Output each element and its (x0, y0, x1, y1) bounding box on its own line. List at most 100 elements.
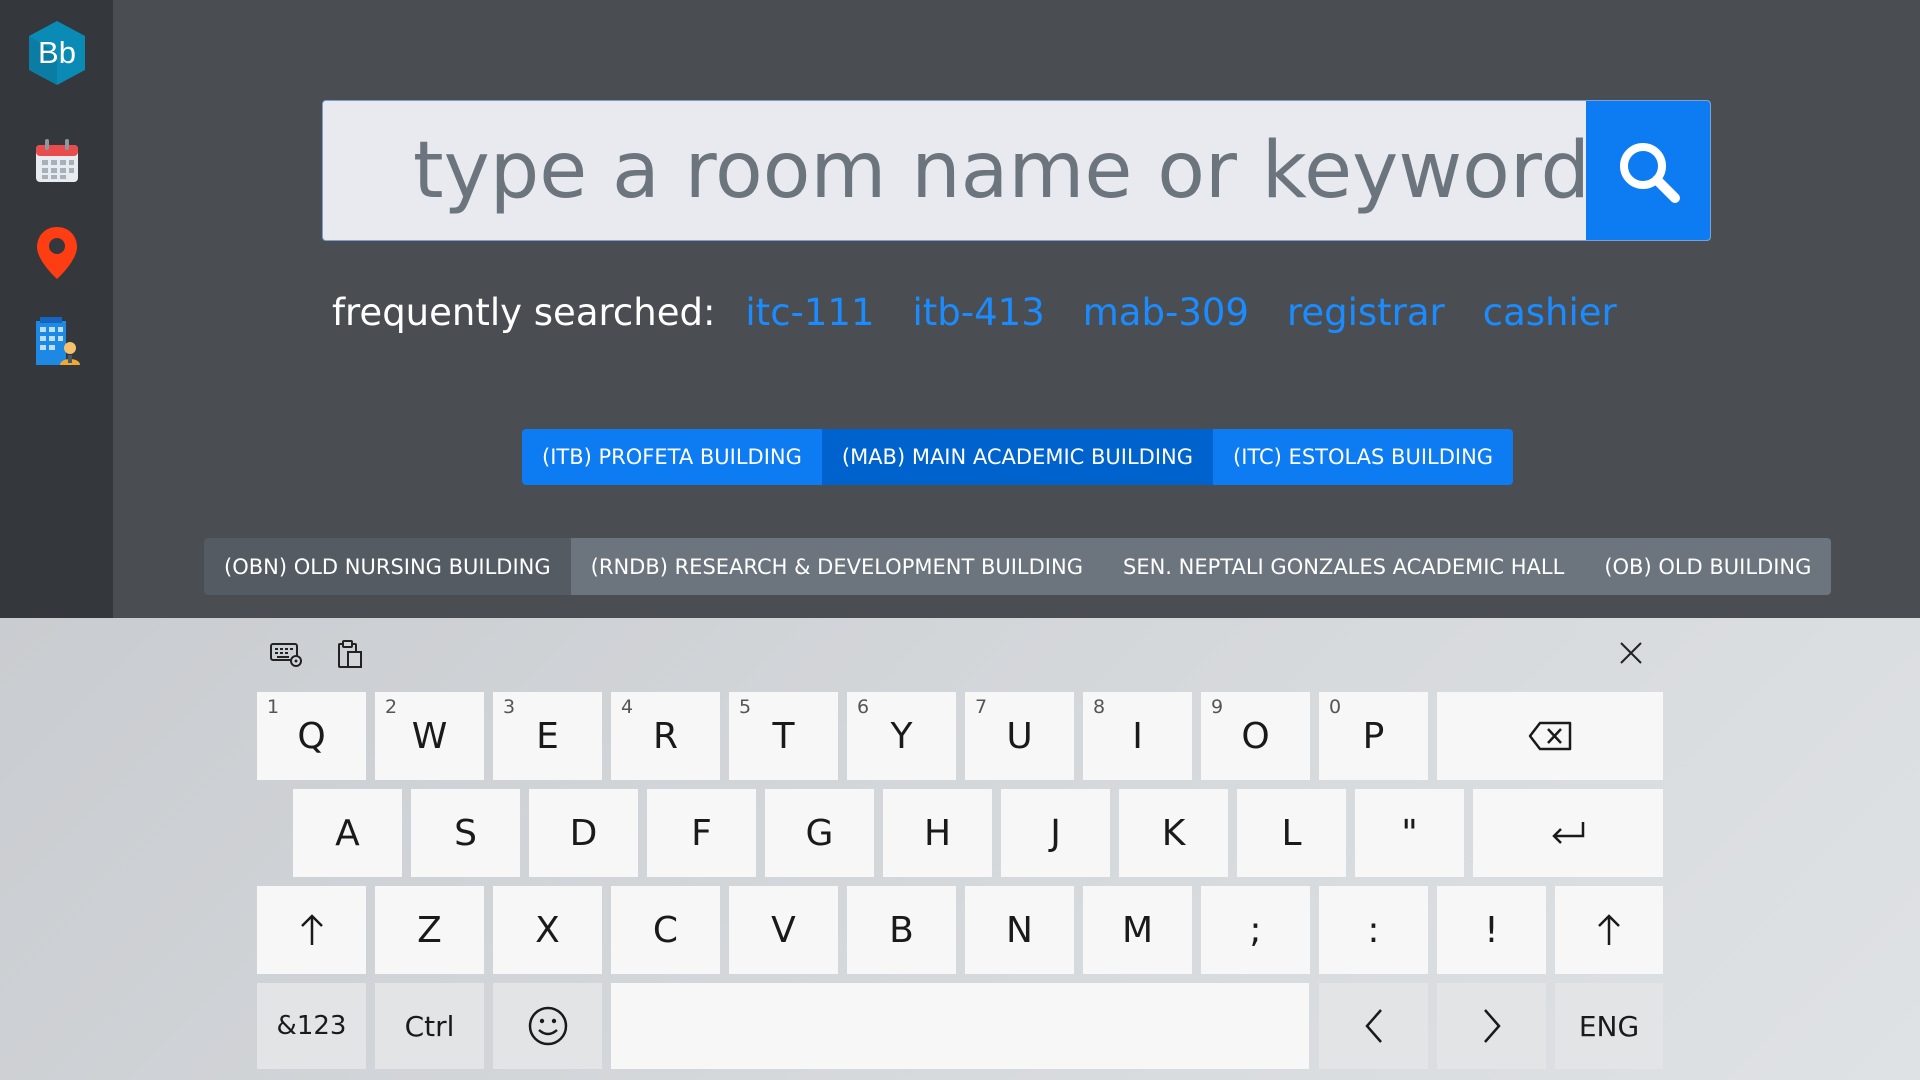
key-enter[interactable] (1473, 789, 1663, 877)
key-f[interactable]: F (647, 789, 756, 877)
key-colon[interactable]: : (1319, 886, 1428, 974)
chevron-left-icon (1364, 1009, 1382, 1043)
key-number-hint: 4 (621, 696, 634, 718)
freq-link-itb-413[interactable]: itb-413 (913, 291, 1045, 334)
key-left-arrow[interactable] (1319, 983, 1428, 1069)
key-z[interactable]: Z (375, 886, 484, 974)
key-emoji[interactable] (493, 983, 602, 1069)
key-language[interactable]: ENG (1555, 983, 1663, 1069)
search-bar (322, 100, 1711, 241)
enter-icon (1552, 822, 1585, 844)
map-pin-icon (37, 227, 77, 279)
key-b[interactable]: B (847, 886, 956, 974)
keyboard-close-button[interactable] (1612, 634, 1650, 672)
key-y[interactable]: 6Y (847, 692, 956, 780)
chevron-right-icon (1483, 1009, 1501, 1043)
key-t[interactable]: 5T (729, 692, 838, 780)
shift-icon (300, 914, 323, 945)
key-quote[interactable]: " (1355, 789, 1464, 877)
key-ctrl[interactable]: Ctrl (375, 983, 484, 1069)
key-i[interactable]: 8I (1083, 692, 1192, 780)
key-g[interactable]: G (765, 789, 874, 877)
freq-link-mab-309[interactable]: mab-309 (1083, 291, 1249, 334)
key-h[interactable]: H (883, 789, 992, 877)
key-backspace[interactable] (1437, 692, 1663, 780)
key-number-hint: 8 (1093, 696, 1106, 718)
backspace-icon (1528, 721, 1572, 751)
search-icon (1620, 142, 1680, 203)
key-label: U (1006, 715, 1033, 757)
key-c[interactable]: C (611, 886, 720, 974)
key-number-hint: 3 (503, 696, 516, 718)
building-button-sen-neptali[interactable]: SEN. NEPTALI GONZALES ACADEMIC HALL (1102, 538, 1585, 595)
building-group-secondary: (OBN) OLD NURSING BUILDING (RNDB) RESEAR… (204, 538, 1832, 595)
key-m[interactable]: M (1083, 886, 1192, 974)
key-shift-left[interactable] (257, 886, 366, 974)
calendar-icon (36, 139, 78, 182)
building-button-itb[interactable]: (ITB) PROFETA BUILDING (522, 429, 822, 485)
building-button-obn[interactable]: (OBN) OLD NURSING BUILDING (204, 538, 571, 595)
sidebar-item-map[interactable] (22, 218, 92, 288)
building-button-mab[interactable]: (MAB) MAIN ACADEMIC BUILDING (821, 429, 1214, 485)
key-label: Q (297, 715, 326, 757)
key-p[interactable]: 0P (1319, 692, 1428, 780)
key-number-hint: 6 (857, 696, 870, 718)
freq-link-itc-111[interactable]: itc-111 (745, 291, 874, 334)
key-number-hint: 0 (1329, 696, 1342, 718)
key-label: O (1241, 715, 1270, 757)
sidebar-item-buildings[interactable] (22, 306, 92, 376)
building-group-primary: (ITB) PROFETA BUILDING (MAB) MAIN ACADEM… (522, 429, 1514, 485)
key-number-hint: 5 (739, 696, 752, 718)
logo-text: Bb (38, 35, 76, 70)
key-s[interactable]: S (411, 789, 520, 877)
key-u[interactable]: 7U (965, 692, 1074, 780)
keyboard-settings-button[interactable] (268, 636, 304, 672)
key-symbols[interactable]: &123 (257, 983, 366, 1069)
key-x[interactable]: X (493, 886, 602, 974)
logo-icon: Bb (29, 21, 85, 85)
building-button-itc[interactable]: (ITC) ESTOLAS BUILDING (1213, 429, 1514, 485)
clipboard-button[interactable] (332, 636, 368, 672)
key-n[interactable]: N (965, 886, 1074, 974)
freq-link-cashier[interactable]: cashier (1483, 291, 1617, 334)
key-label: Y (890, 715, 913, 757)
key-o[interactable]: 9O (1201, 692, 1310, 780)
building-button-rndb[interactable]: (RNDB) RESEARCH & DEVELOPMENT BUILDING (570, 538, 1103, 595)
key-l[interactable]: L (1237, 789, 1346, 877)
building-icon (36, 317, 80, 365)
key-a[interactable]: A (293, 789, 402, 877)
sidebar-item-calendar[interactable] (22, 126, 92, 196)
key-number-hint: 1 (267, 696, 280, 718)
app-logo[interactable]: Bb (22, 18, 92, 88)
close-icon (1620, 642, 1642, 664)
key-shift-right[interactable] (1555, 886, 1663, 974)
emoji-icon (528, 1006, 567, 1046)
key-semicolon[interactable]: ; (1201, 886, 1310, 974)
frequently-searched: frequently searched: itc-111 itb-413 mab… (332, 282, 1655, 342)
key-r[interactable]: 4R (611, 692, 720, 780)
key-k[interactable]: K (1119, 789, 1228, 877)
key-q[interactable]: 1Q (257, 692, 366, 780)
key-label: P (1362, 715, 1385, 757)
key-number-hint: 9 (1211, 696, 1224, 718)
key-label: I (1132, 715, 1143, 757)
key-exclamation[interactable]: ! (1437, 886, 1546, 974)
key-j[interactable]: J (1001, 789, 1110, 877)
key-number-hint: 2 (385, 696, 398, 718)
key-right-arrow[interactable] (1437, 983, 1546, 1069)
clipboard-icon (338, 640, 362, 668)
search-input[interactable] (323, 101, 1586, 240)
key-v[interactable]: V (729, 886, 838, 974)
key-w[interactable]: 2W (375, 692, 484, 780)
key-d[interactable]: D (529, 789, 638, 877)
key-label: W (411, 715, 448, 757)
key-space[interactable] (611, 983, 1309, 1069)
key-label: T (772, 715, 795, 757)
freq-link-registrar[interactable]: registrar (1287, 291, 1445, 334)
search-button[interactable] (1586, 101, 1710, 240)
key-label: R (652, 715, 678, 757)
keyboard-settings-icon (270, 643, 302, 667)
frequently-searched-label: frequently searched: (332, 290, 716, 334)
key-e[interactable]: 3E (493, 692, 602, 780)
building-button-ob[interactable]: (OB) OLD BUILDING (1584, 538, 1832, 595)
